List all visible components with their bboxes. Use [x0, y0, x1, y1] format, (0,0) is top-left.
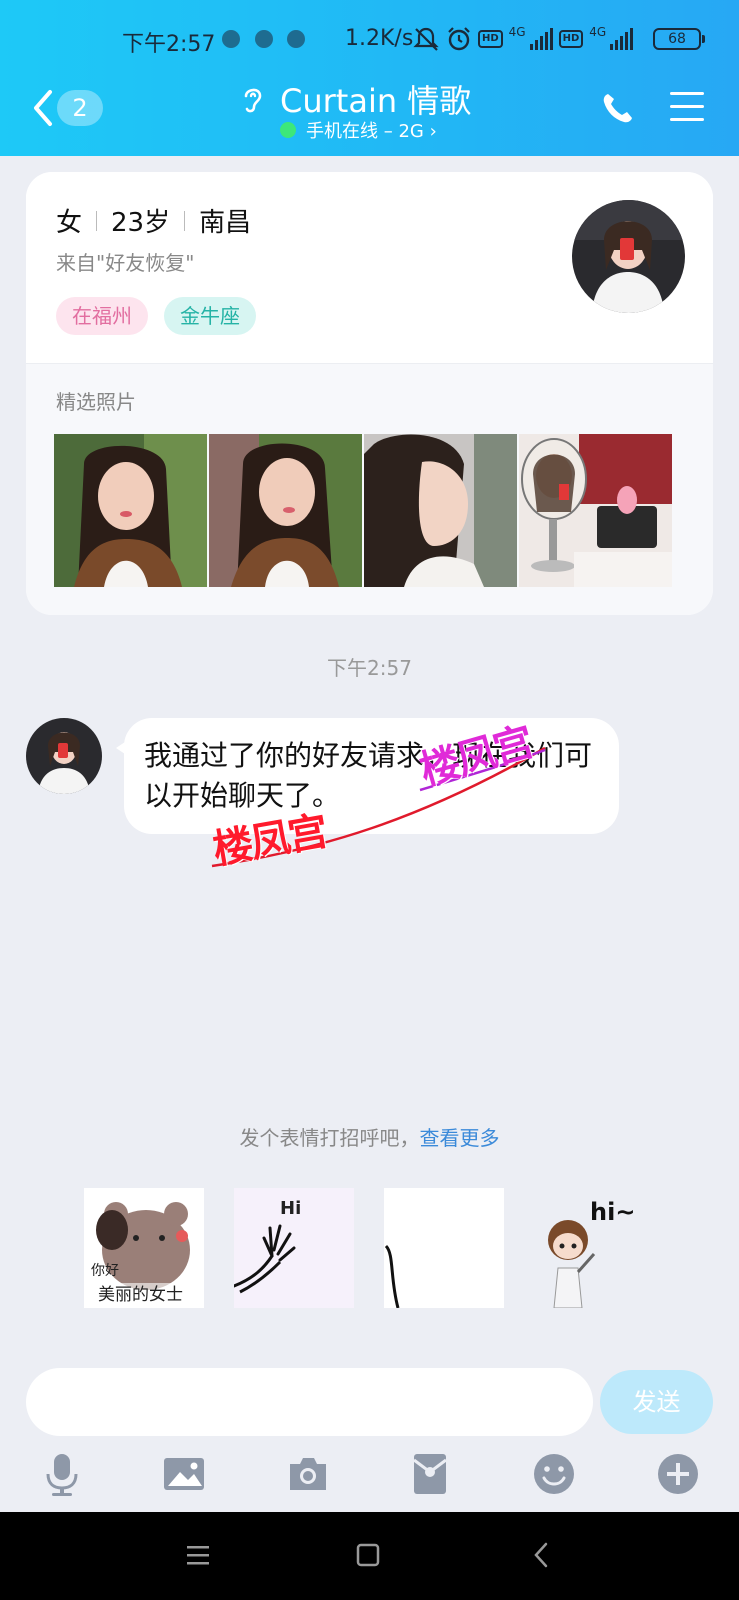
greeting-sticker[interactable]: 你好 美丽的女士 — [84, 1188, 204, 1308]
notification-icon — [287, 30, 305, 48]
hd-badge: HD — [558, 30, 584, 48]
mute-icon — [413, 27, 439, 51]
chibi-hi-sticker[interactable]: hi~ — [534, 1188, 654, 1308]
network-type: 4G — [508, 25, 526, 39]
featured-photos: 精选照片 — [26, 363, 713, 615]
profile-basic-info: 女 23岁 南昌 — [56, 202, 251, 239]
recent-apps-icon[interactable] — [186, 1542, 210, 1568]
online-status-dot — [280, 122, 296, 138]
notification-icon — [255, 30, 273, 48]
status-time: 下午2:57 — [122, 32, 216, 57]
profile-info: 女 23岁 南昌 来自"好友恢复" 在福州 金牛座 — [26, 172, 713, 363]
system-nav-bar — [0, 1512, 739, 1600]
notification-icon — [222, 30, 240, 48]
featured-photo[interactable] — [364, 434, 517, 587]
featured-photo[interactable] — [54, 434, 207, 587]
message-timestamp: 下午2:57 — [327, 656, 412, 680]
emoji-icon[interactable] — [532, 1452, 576, 1496]
menu-icon[interactable] — [670, 92, 704, 122]
network-speed: 1.2K/s — [345, 26, 414, 51]
online-status-text[interactable]: 手机在线 – 2G › — [306, 117, 437, 143]
profile-city: 南昌 — [199, 208, 252, 238]
featured-photo[interactable] — [209, 434, 362, 587]
phone-icon[interactable] — [600, 90, 636, 126]
divider — [96, 210, 98, 231]
line-sticker[interactable] — [384, 1188, 504, 1308]
view-more-link[interactable]: 查看更多 — [420, 1126, 500, 1150]
featured-photos-title: 精选照片 — [56, 390, 136, 414]
network-type: 4G — [589, 25, 607, 39]
sticker-hint-text: 发个表情打招呼吧， — [239, 1126, 420, 1150]
profile-source: 来自"好友恢复" — [56, 251, 195, 275]
zodiac-tag: 金牛座 — [164, 297, 256, 335]
status-bar: 下午2:57 1.2K/s HD 4G HD 4G 68 — [0, 24, 739, 60]
sticker-caption: 美丽的女士 — [98, 1285, 183, 1305]
plus-icon[interactable] — [656, 1452, 700, 1496]
ear-icon[interactable] — [240, 84, 266, 114]
featured-photo[interactable] — [519, 434, 672, 587]
message-bubble[interactable]: 我通过了你的好友请求，现在我们可以开始聊天了。 — [116, 718, 619, 834]
home-icon[interactable] — [356, 1542, 380, 1568]
chat-header: 下午2:57 1.2K/s HD 4G HD 4G 68 2 Curtain 情… — [0, 0, 739, 156]
system-back-icon[interactable] — [532, 1542, 550, 1568]
sticker-hint: 发个表情打招呼吧，查看更多 — [0, 1122, 739, 1151]
profile-card[interactable]: 女 23岁 南昌 来自"好友恢复" 在福州 金牛座 精选照片 — [26, 172, 713, 615]
location-tag: 在福州 — [56, 297, 148, 335]
sticker-caption: 你好 — [91, 1263, 119, 1279]
camera-icon[interactable] — [286, 1452, 330, 1496]
sticker-caption: hi~ — [590, 1198, 636, 1226]
profile-age: 23岁 — [111, 208, 171, 238]
back-icon[interactable] — [30, 88, 54, 128]
signal-icon — [610, 28, 634, 50]
alarm-icon — [448, 27, 470, 51]
sticker-caption: Hi — [280, 1198, 302, 1219]
status-icons: HD 4G HD 4G — [412, 24, 634, 54]
signal-icon — [529, 28, 553, 50]
profile-gender: 女 — [56, 208, 83, 238]
chat-title[interactable]: Curtain 情歌 — [280, 76, 471, 122]
unread-badge[interactable]: 2 — [57, 90, 103, 126]
divider — [184, 210, 186, 231]
send-button[interactable]: 发送 — [600, 1370, 713, 1434]
image-icon[interactable] — [162, 1452, 206, 1496]
mic-icon[interactable] — [40, 1452, 84, 1496]
battery-icon: 68 — [653, 28, 705, 50]
hi-hand-sticker[interactable]: Hi — [234, 1188, 354, 1308]
message-input[interactable] — [26, 1368, 593, 1436]
hd-badge: HD — [478, 30, 503, 48]
sender-avatar[interactable] — [26, 718, 102, 794]
red-packet-icon[interactable] — [408, 1452, 452, 1496]
profile-avatar[interactable] — [572, 200, 685, 313]
